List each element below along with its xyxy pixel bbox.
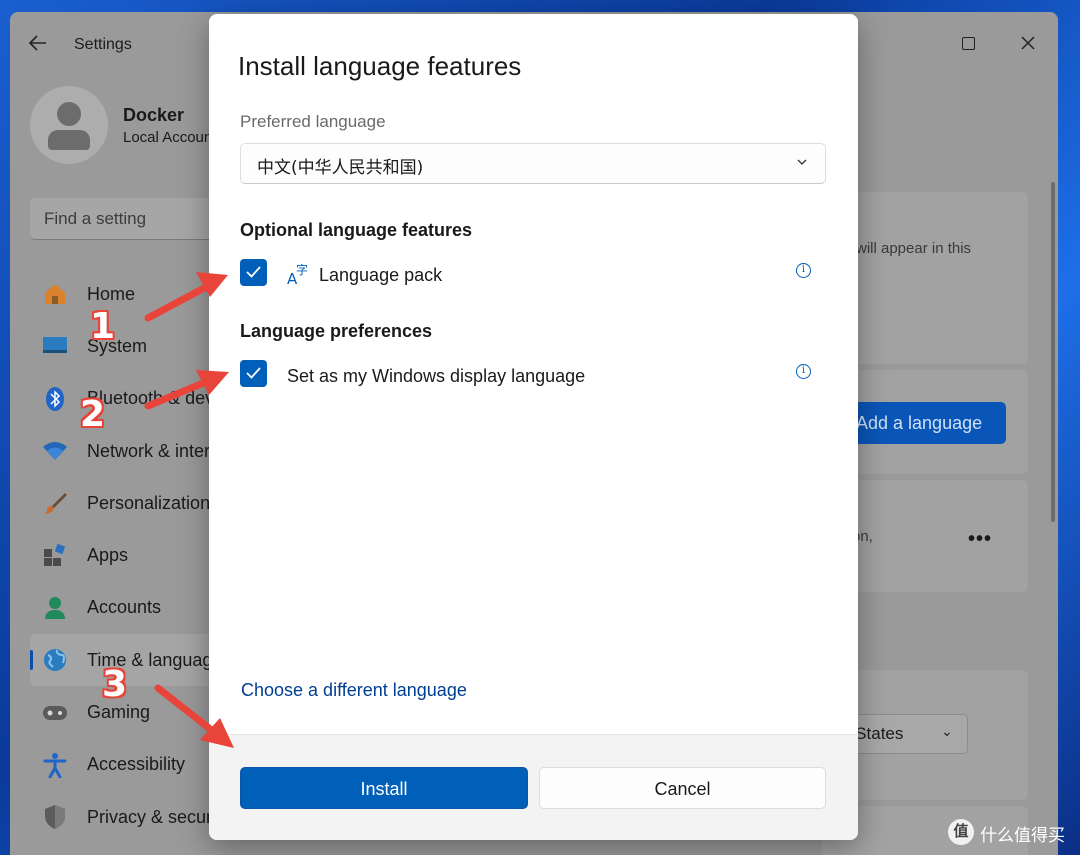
account-icon [42, 595, 68, 621]
install-button[interactable]: Install [240, 767, 528, 809]
avatar-head [57, 102, 81, 126]
back-arrow-icon[interactable] [28, 34, 52, 54]
sidebar-item-label: Accessibility [87, 754, 186, 775]
brush-icon [42, 490, 68, 516]
avatar-body [48, 130, 90, 150]
language-preferences-heading: Language preferences [240, 321, 433, 341]
sidebar-item-network[interactable]: Network & internet [30, 425, 235, 477]
more-options-icon[interactable]: ••• [968, 528, 992, 551]
annotation-number-1: 1 [90, 306, 116, 347]
sidebar-item-personalization[interactable]: Personalization [30, 477, 230, 529]
optional-features-heading: Optional language features [240, 220, 473, 240]
annotation-number-2: 2 [80, 394, 106, 435]
system-icon [42, 333, 68, 359]
choose-different-language-link[interactable]: Choose a different language [241, 680, 467, 701]
display-language-label: Set as my Windows display language [287, 366, 586, 386]
svg-text:字: 字 [296, 262, 308, 277]
preferred-language-select[interactable]: 中文(中华人民共和国) [240, 143, 826, 184]
sidebar-item-label: Home [87, 283, 136, 304]
chevron-down-icon [797, 159, 807, 165]
account-type: Local Account [123, 129, 217, 146]
sidebar-nav: Home System Bluetooth & devices Network … [30, 268, 246, 843]
cancel-button[interactable]: Cancel [539, 767, 826, 809]
cancel-button-label: Cancel [654, 779, 711, 799]
annotation-number-3: 3 [102, 664, 128, 705]
preferred-language-value: 中文(中华人民共和国) [257, 158, 424, 178]
sidebar-item-label: Personalization [87, 492, 211, 513]
sidebar-item-privacy[interactable]: Privacy & security [30, 791, 230, 843]
info-icon[interactable]: i [796, 263, 811, 278]
checkmark-icon [246, 266, 261, 278]
maximize-icon [961, 36, 975, 50]
sidebar-item-home[interactable]: Home [30, 268, 230, 320]
chevron-down-icon: ⌄ [941, 723, 953, 739]
language-pack-label: Language pack [319, 265, 443, 285]
apps-icon [42, 543, 68, 569]
watermark-logo: 值 [948, 819, 974, 845]
watermark-text: 什么值得买 [980, 826, 1065, 846]
language-pack-icon: A 字 [287, 262, 308, 286]
install-language-dialog: Install language features Preferred lang… [209, 14, 858, 840]
selection-indicator [30, 650, 33, 671]
dialog-title: Install language features [238, 51, 522, 81]
dialog-footer: Install Cancel [209, 734, 858, 840]
search-placeholder: Find a setting [44, 209, 147, 228]
bluetooth-icon [42, 386, 68, 412]
globe-icon [42, 647, 68, 673]
sidebar-item-apps[interactable]: Apps [30, 529, 230, 581]
info-icon[interactable]: i [796, 364, 811, 379]
sidebar-item-bluetooth[interactable]: Bluetooth & devices [30, 373, 246, 425]
wifi-icon [42, 438, 68, 464]
language-pack-checkbox[interactable] [240, 259, 267, 286]
preferred-language-label: Preferred language [240, 112, 386, 131]
display-language-checkbox[interactable] [240, 360, 267, 387]
add-language-label: Add a language [856, 413, 983, 433]
sidebar-item-label: Gaming [87, 702, 151, 723]
install-button-label: Install [360, 779, 408, 799]
scrollbar[interactable] [1051, 182, 1055, 522]
search-input[interactable]: Find a setting [30, 198, 230, 240]
card-text: will appear in this [856, 240, 972, 257]
checkmark-icon [246, 367, 261, 379]
sidebar-item-label: Accounts [87, 597, 162, 618]
sidebar-item-label: Apps [87, 545, 129, 566]
window-title: Settings [74, 36, 132, 53]
sidebar-item-accessibility[interactable]: Accessibility [30, 739, 230, 791]
user-name: Docker [123, 105, 185, 125]
sidebar-item-gaming[interactable]: Gaming [30, 686, 230, 738]
sidebar-item-accounts[interactable]: Accounts [30, 582, 230, 634]
close-icon [1021, 36, 1035, 50]
watermark: 值 什么值得买 [948, 818, 1074, 846]
home-icon [42, 281, 68, 307]
sidebar-item-time-language[interactable]: Time & language [30, 634, 230, 687]
maximize-button[interactable] [948, 22, 988, 62]
avatar[interactable] [30, 86, 108, 164]
close-button[interactable] [1008, 22, 1048, 62]
sidebar-item-system[interactable]: System [30, 320, 230, 372]
shield-icon [42, 804, 68, 830]
gamepad-icon [42, 700, 68, 726]
accessibility-icon [42, 752, 68, 778]
